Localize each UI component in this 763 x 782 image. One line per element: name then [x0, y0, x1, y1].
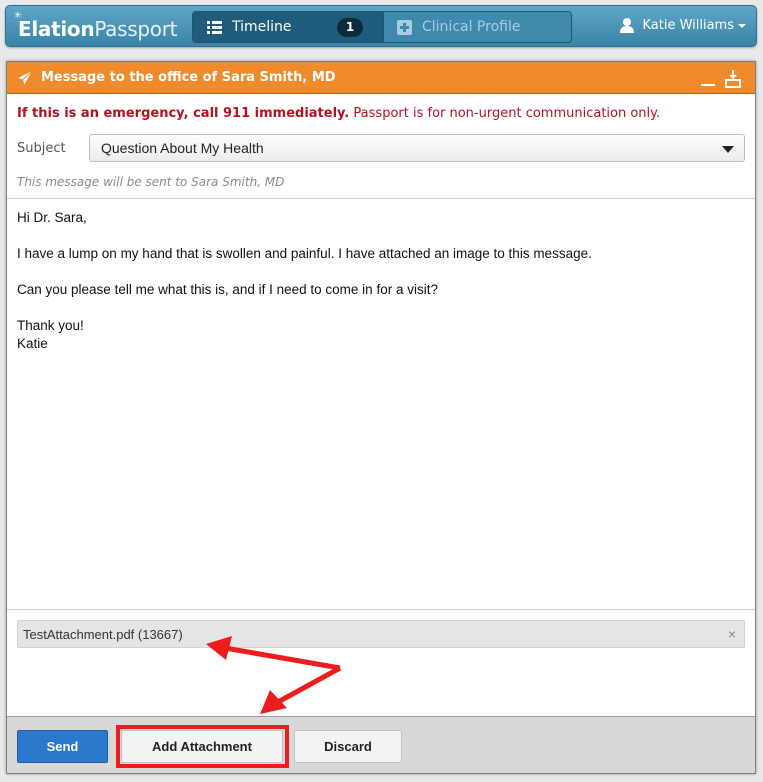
- medical-cross-icon: [397, 19, 412, 35]
- caret-down-icon: [738, 23, 746, 28]
- add-attachment-button[interactable]: Add Attachment: [121, 730, 283, 763]
- user-menu[interactable]: Katie Williams: [620, 18, 746, 33]
- elation-passport-logo[interactable]: ✳ ElationPassport: [14, 11, 177, 41]
- subject-select[interactable]: Question About My Health: [89, 134, 745, 162]
- emergency-warning-note: Passport is for non-urgent communication…: [353, 106, 661, 121]
- minimize-button[interactable]: [701, 84, 715, 86]
- attachment-item: TestAttachment.pdf (13667) ×: [17, 620, 745, 648]
- user-name: Katie Williams: [642, 18, 734, 33]
- subject-label: Subject: [17, 140, 66, 156]
- emergency-warning: If this is an emergency, call 911 immedi…: [17, 106, 755, 121]
- message-body-textarea[interactable]: Hi Dr. Sara, I have a lump on my hand th…: [7, 199, 755, 609]
- remove-attachment-icon[interactable]: ×: [728, 626, 736, 642]
- attachments-area: TestAttachment.pdf (13667) ×: [7, 609, 755, 709]
- body-line: I have a lump on my hand that is swollen…: [17, 246, 592, 261]
- timeline-count-badge: 1: [337, 18, 363, 37]
- tab-clinical-profile-label: Clinical Profile: [422, 19, 521, 35]
- paper-plane-icon: [18, 70, 33, 84]
- list-icon: [207, 20, 222, 34]
- subject-select-value: Question About My Health: [101, 140, 264, 156]
- user-icon: [620, 18, 635, 33]
- logo-spark-icon: ✳: [14, 11, 22, 21]
- body-line: Katie: [17, 336, 48, 351]
- tab-timeline[interactable]: Timeline 1: [193, 12, 383, 42]
- body-line: Thank you!: [17, 318, 84, 333]
- tab-timeline-label: Timeline: [232, 19, 292, 35]
- action-footer: Send Add Attachment Discard: [7, 716, 755, 773]
- dock-icon[interactable]: [725, 70, 741, 88]
- send-button[interactable]: Send: [17, 730, 108, 763]
- subject-row: Subject Question About My Health: [17, 134, 755, 162]
- nav-tab-group: Timeline 1 Clinical Profile: [192, 11, 572, 43]
- attachment-filename[interactable]: TestAttachment.pdf (13667): [23, 627, 183, 642]
- compose-message-panel: Message to the office of Sara Smith, MD …: [6, 61, 756, 774]
- discard-button[interactable]: Discard: [294, 730, 402, 763]
- body-line: Can you please tell me what this is, and…: [17, 282, 438, 297]
- dropdown-arrow-icon: [722, 146, 734, 153]
- body-line: Hi Dr. Sara,: [17, 210, 87, 225]
- panel-title: Message to the office of Sara Smith, MD: [41, 70, 336, 85]
- tab-clinical-profile[interactable]: Clinical Profile: [383, 12, 571, 42]
- recipient-note: This message will be sent to Sara Smith,…: [17, 175, 285, 189]
- emergency-warning-bold: If this is an emergency, call 911 immedi…: [17, 106, 350, 121]
- top-navigation-bar: ✳ ElationPassport Timeline 1 Clinical Pro…: [5, 5, 757, 47]
- panel-header: Message to the office of Sara Smith, MD: [7, 62, 755, 94]
